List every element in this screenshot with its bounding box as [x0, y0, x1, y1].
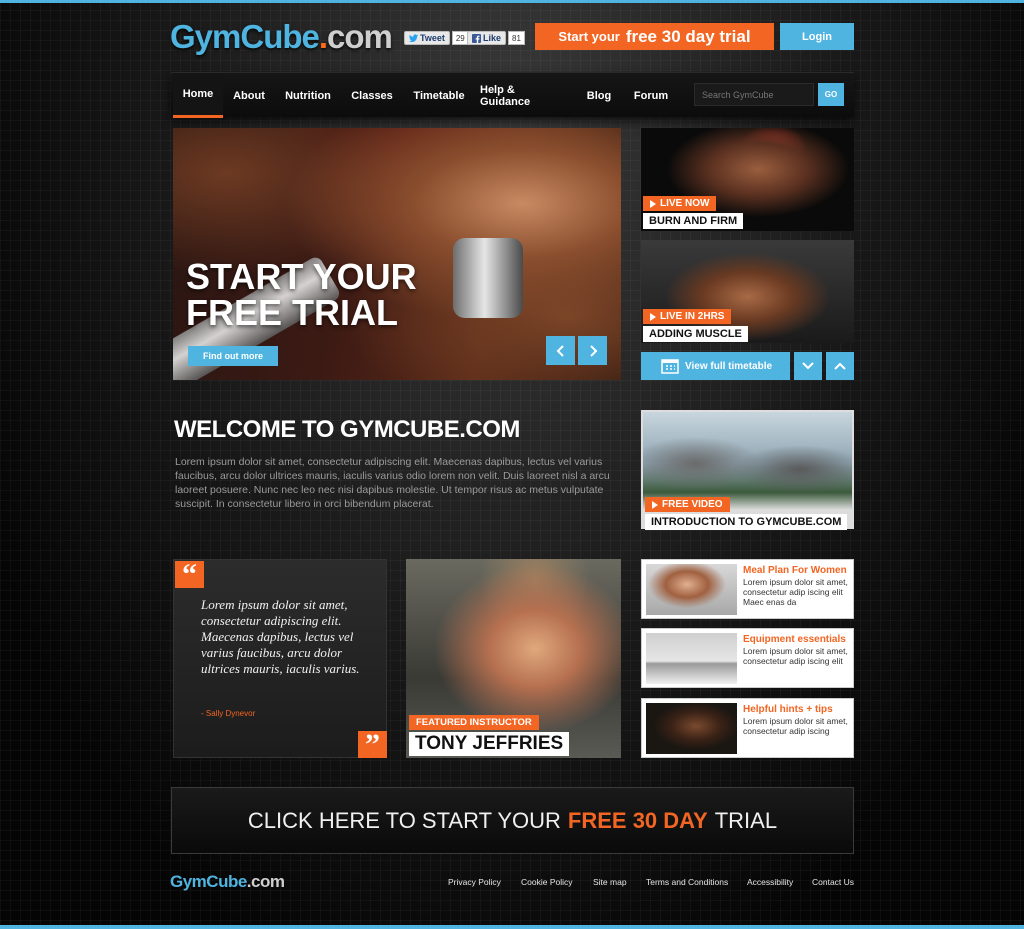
like-count: 81 [508, 31, 525, 45]
footer-logo-tld: .com [246, 872, 285, 891]
tweet-label: Tweet [420, 33, 445, 43]
bottom-accent-line [0, 925, 1024, 929]
featured-instructor-badge: FEATURED INSTRUCTOR [409, 715, 539, 730]
promo-card[interactable]: LIVE NOW BURN AND FIRM [641, 128, 854, 231]
chevron-down-icon [802, 362, 814, 370]
cta-prefix: CLICK HERE TO START YOUR [247, 807, 561, 833]
hero-slider[interactable]: START YOUR FREE TRIAL Find out more [173, 128, 621, 380]
featured-instructor-card[interactable]: FEATURED INSTRUCTOR TONY JEFFRIES [406, 559, 621, 758]
card-title: Equipment essentials [743, 634, 846, 645]
nav-item-home[interactable]: Home [173, 73, 223, 118]
free-trial-banner[interactable]: CLICK HERE TO START YOUR FREE 30 DAY TRI… [171, 787, 854, 854]
promo-title: ADDING MUSCLE [643, 326, 748, 342]
play-icon [652, 500, 658, 509]
calendar-icon [661, 359, 679, 374]
nav-item-nutrition[interactable]: Nutrition [280, 73, 336, 118]
chevron-left-icon [556, 344, 564, 357]
welcome-paragraph: Lorem ipsum dolor sit amet, consectetur … [175, 456, 610, 510]
live-badge: LIVE NOW [643, 196, 717, 211]
free-trial-button[interactable]: Start your free 30 day trial [535, 23, 774, 50]
card-text: Lorem ipsum dolor sit amet, consectetur … [743, 646, 848, 666]
video-card[interactable]: FREE VIDEO INTRODUCTION TO GYMCUBE.COM [641, 410, 854, 530]
footer-logo-main: GymCube [170, 872, 247, 891]
slider-next-button[interactable] [578, 336, 607, 365]
chevron-up-icon [834, 362, 846, 370]
top-accent-line [0, 0, 1024, 3]
timetable-down-button[interactable] [794, 352, 822, 380]
video-title: INTRODUCTION TO GYMCUBE.COM [645, 514, 848, 530]
logo-text-dot: . [318, 18, 328, 55]
article-card-meal-plan[interactable]: Meal Plan For Women Lorem ipsum dolor si… [641, 559, 854, 619]
hero-image-dumbbell-right [453, 238, 523, 318]
promo-card[interactable]: LIVE IN 2HRS ADDING MUSCLE [641, 240, 854, 343]
nav-item-forum[interactable]: Forum [630, 73, 672, 118]
cta-emphasis: FREE 30 DAY [567, 807, 708, 833]
quote-text: Lorem ipsum dolor sit amet, consectetur … [201, 597, 360, 676]
article-card-hints-tips[interactable]: Helpful hints + tips Lorem ipsum dolor s… [641, 698, 854, 758]
quote-close-icon: ” [358, 729, 387, 759]
card-text: Lorem ipsum dolor sit amet, consectetur … [743, 716, 848, 736]
like-button[interactable]: Like [467, 31, 507, 45]
timetable-up-button[interactable] [826, 352, 854, 380]
footer-logo[interactable]: GymCube.com [170, 872, 285, 892]
view-timetable-button[interactable]: View full timetable [641, 352, 790, 380]
play-icon [650, 312, 656, 321]
promo-title: BURN AND FIRM [643, 213, 744, 229]
instructor-name: TONY JEFFRIES [409, 732, 570, 756]
quote-open-icon: “ [175, 559, 204, 589]
facebook-icon [472, 33, 481, 43]
nav-item-timetable[interactable]: Timetable [407, 73, 471, 118]
tweet-button[interactable]: Tweet [404, 31, 450, 45]
hero-title-line1: START YOUR [186, 256, 417, 297]
quote-author: - Sally Dynevor [201, 709, 256, 718]
chevron-right-icon [589, 344, 597, 357]
trial-button-prefix: Start your [558, 29, 620, 44]
video-badge: FREE VIDEO [645, 497, 730, 512]
trial-button-emphasis: free 30 day trial [625, 26, 751, 46]
search-input[interactable] [694, 83, 814, 106]
card-image [646, 633, 737, 684]
hero-title-line2: FREE TRIAL [186, 292, 398, 333]
logo-text-main: GymCube [170, 18, 320, 55]
live-badge: LIVE IN 2HRS [643, 309, 732, 324]
tweet-widget[interactable]: Tweet 29 [404, 31, 469, 45]
footer-link-contact-us[interactable]: Contact Us [812, 877, 854, 887]
footer-link-accessibility[interactable]: Accessibility [747, 877, 793, 887]
nav-item-help-guidance[interactable]: Help & Guidance [480, 73, 566, 118]
twitter-icon [409, 34, 418, 42]
card-image [646, 703, 737, 754]
nav-item-classes[interactable]: Classes [346, 73, 398, 118]
footer-link-cookie-policy[interactable]: Cookie Policy [521, 877, 573, 887]
video-badge-label: FREE VIDEO [662, 499, 723, 510]
live-badge-label: LIVE NOW [660, 198, 710, 209]
card-title: Helpful hints + tips [743, 704, 833, 715]
nav-item-blog[interactable]: Blog [581, 73, 617, 118]
card-title: Meal Plan For Women [743, 565, 847, 576]
like-label: Like [483, 33, 502, 43]
timetable-label: View full timetable [685, 360, 773, 372]
nav-item-about[interactable]: About [227, 73, 271, 118]
testimonial-quote: “ Lorem ipsum dolor sit amet, consectetu… [173, 559, 387, 759]
logo-text-tld: com [327, 18, 393, 55]
card-image [646, 564, 737, 615]
logo[interactable]: GymCube.com [170, 18, 393, 56]
login-button[interactable]: Login [780, 23, 854, 50]
hero-title: START YOUR FREE TRIAL [186, 259, 417, 331]
footer-link-site-map[interactable]: Site map [593, 877, 627, 887]
slider-prev-button[interactable] [546, 336, 575, 365]
welcome-heading: WELCOME TO GYMCUBE.COM [174, 416, 520, 443]
play-icon [650, 199, 656, 208]
like-widget[interactable]: Like 81 [467, 31, 525, 45]
find-out-more-button[interactable]: Find out more [188, 346, 278, 366]
search-go-button[interactable]: GO [818, 83, 844, 106]
article-card-equipment[interactable]: Equipment essentials Lorem ipsum dolor s… [641, 628, 854, 688]
cta-suffix: TRIAL [714, 807, 778, 833]
live-badge-label: LIVE IN 2HRS [660, 311, 725, 322]
footer-link-terms[interactable]: Terms and Conditions [646, 877, 728, 887]
footer-link-privacy-policy[interactable]: Privacy Policy [448, 877, 501, 887]
card-text: Lorem ipsum dolor sit amet, consectetur … [743, 577, 848, 607]
